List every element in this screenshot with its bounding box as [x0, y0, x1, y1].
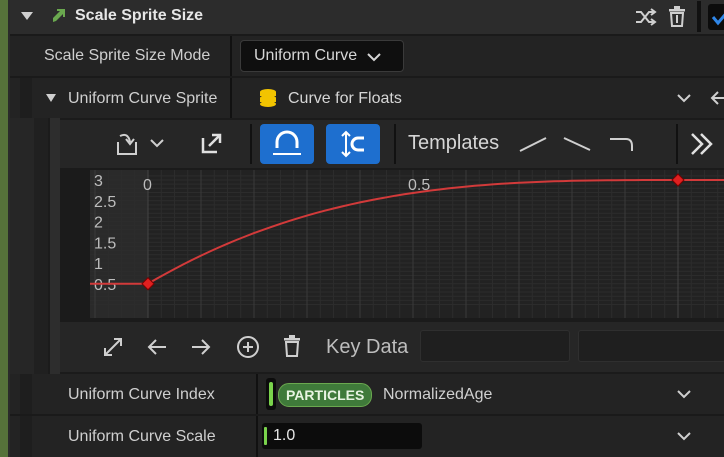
mode-label: Scale Sprite Size Mode [44, 47, 211, 64]
open-external-icon[interactable] [201, 132, 223, 154]
collapse-arrow-icon[interactable] [20, 10, 34, 22]
curve-scale-label: Uniform Curve Scale [68, 428, 216, 445]
mode-dropdown-value: Uniform Curve [254, 47, 358, 64]
curve-index-value[interactable]: NormalizedAge [383, 386, 492, 404]
delete-key-icon[interactable] [282, 334, 302, 358]
arrow-right-icon[interactable] [190, 337, 212, 357]
curve-scale-input[interactable]: 1.0 [262, 423, 422, 449]
template-step-icon[interactable] [608, 134, 638, 154]
enable-checkbox[interactable] [708, 4, 724, 30]
x-tick-label: 0 [143, 177, 152, 194]
row-splitter[interactable] [256, 374, 258, 414]
key-toolbar: Key Data [60, 322, 724, 372]
indent-column-2 [34, 118, 48, 374]
row-splitter[interactable] [230, 78, 232, 118]
input-pin-indicator [264, 427, 267, 445]
key-value-input[interactable] [578, 330, 724, 362]
mode-row: Scale Sprite Size Mode Uniform Curve [10, 36, 724, 76]
indent-bar [20, 416, 32, 457]
curve-asset-icon [260, 89, 276, 107]
key-data-label: Key Data [326, 336, 409, 358]
row-splitter[interactable] [256, 416, 258, 457]
curve-sprite-label: Uniform Curve Sprite [68, 90, 218, 107]
namespace-badge: PARTICLES [278, 383, 373, 407]
chevron-down-icon[interactable] [150, 138, 164, 148]
curve-toolbar: Templates [60, 120, 724, 168]
chevron-down-icon[interactable] [677, 93, 691, 103]
template-linear-up-icon[interactable] [518, 134, 548, 154]
chevron-down-icon[interactable] [677, 431, 691, 441]
magnet-horizontal-icon [273, 130, 301, 155]
trash-icon[interactable] [667, 5, 687, 27]
y-tick-label: 3 [94, 173, 103, 190]
curve-scale-value: 1.0 [273, 427, 296, 444]
toolbar-divider [250, 124, 252, 164]
curve-sprite-row: Uniform Curve Sprite Curve for Floats [10, 78, 724, 118]
mode-dropdown[interactable]: Uniform Curve [240, 40, 404, 72]
curve-asset-value[interactable]: Curve for Floats [288, 90, 402, 108]
shuffle-icon[interactable] [635, 7, 657, 27]
snap-time-button[interactable] [260, 124, 314, 164]
header-divider [697, 1, 701, 32]
snap-value-button[interactable] [326, 124, 380, 164]
chevron-down-icon [367, 53, 381, 62]
curve-index-label: Uniform Curve Index [68, 386, 215, 403]
y-tick-label: 1.5 [94, 235, 116, 252]
input-pin-slot[interactable] [266, 378, 276, 410]
y-tick-label: 1 [94, 256, 103, 273]
section-title: Scale Sprite Size [75, 7, 204, 24]
template-linear-down-icon[interactable] [562, 134, 592, 154]
toolbar-divider [676, 124, 678, 164]
chevron-down-icon[interactable] [677, 389, 691, 399]
magnet-vertical-icon [341, 130, 364, 158]
import-icon[interactable] [114, 130, 142, 158]
y-tick-label: 0.5 [94, 277, 116, 294]
checkmark-icon [711, 13, 724, 26]
toolbar-divider [394, 124, 396, 164]
fit-view-icon[interactable] [102, 336, 124, 358]
curve-graph[interactable]: 32.521.510.50 0.5 [90, 170, 724, 318]
indent-bar [20, 374, 32, 414]
curve-index-row: Uniform Curve Index PARTICLES Normalized… [10, 374, 724, 414]
section-header[interactable]: Scale Sprite Size [10, 0, 724, 34]
indent-bar [20, 78, 32, 118]
expand-arrow-icon[interactable] [45, 93, 57, 103]
input-pin-indicator [269, 382, 273, 406]
add-key-icon[interactable] [236, 335, 260, 359]
indent-column [10, 118, 34, 374]
reset-arrow-icon[interactable] [710, 90, 724, 106]
curve-scale-row: Uniform Curve Scale 1.0 [10, 416, 724, 457]
overflow-chevrons-icon[interactable] [688, 132, 716, 156]
module-color-strip [0, 0, 8, 457]
arrow-left-icon[interactable] [146, 337, 168, 357]
templates-label: Templates [408, 132, 500, 154]
module-green-arrow-icon [53, 9, 65, 22]
curve-editor-container: Templates 3 2.5 2 1.5 1 0.5 0 0.5 Key Data [10, 118, 724, 374]
y-tick-label: 2.5 [94, 194, 116, 211]
row-splitter[interactable] [230, 36, 232, 76]
indent-column-3 [50, 118, 60, 374]
key-time-input[interactable] [420, 330, 570, 362]
y-tick-label: 2 [94, 215, 103, 232]
